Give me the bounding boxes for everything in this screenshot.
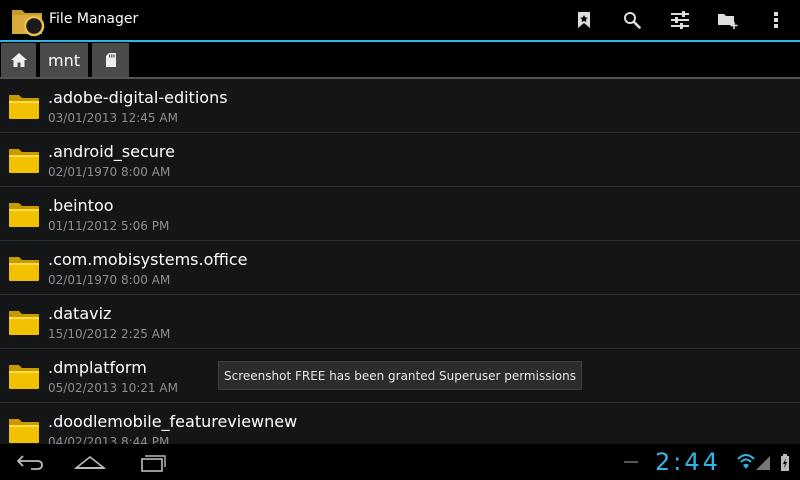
settings-button[interactable]: [656, 0, 704, 40]
file-row[interactable]: .doodlemobile_featureviewnew 04/02/2013 8…: [0, 403, 800, 444]
file-row[interactable]: .android_secure 02/01/1970 8:00 AM: [0, 133, 800, 187]
file-date: 03/01/2013 12:45 AM: [48, 111, 178, 125]
folder-icon: [9, 257, 39, 281]
new-folder-icon: [718, 14, 738, 29]
file-row[interactable]: .com.mobisystems.office 02/01/1970 8:00 A…: [0, 241, 800, 295]
signal-icon: [756, 456, 770, 470]
recent-apps-icon[interactable]: [131, 450, 171, 474]
settings-sliders-icon: [671, 11, 689, 29]
file-name: .android_secure: [48, 142, 175, 161]
file-manager-app: File Manager mnt .adobe-digital-editions…: [0, 0, 800, 480]
file-row[interactable]: .dataviz 15/10/2012 2:25 AM: [0, 295, 800, 349]
home-icon: [10, 53, 27, 67]
bookmark-icon: [578, 12, 590, 28]
file-date: 02/01/1970 8:00 AM: [48, 165, 171, 179]
sdcard-icon: [105, 53, 116, 67]
folder-icon: [9, 311, 39, 335]
breadcrumb-mnt[interactable]: mnt: [40, 43, 88, 77]
file-date: 01/11/2012 5:06 PM: [48, 219, 170, 233]
overflow-menu-icon: [774, 12, 778, 28]
file-date: 15/10/2012 2:25 AM: [48, 327, 171, 341]
file-name: .dataviz: [48, 304, 112, 323]
file-name: .dmplatform: [48, 358, 147, 377]
file-row[interactable]: .adobe-digital-editions 03/01/2013 12:45 …: [0, 79, 800, 133]
search-icon: [624, 12, 641, 29]
file-date: 04/02/2013 8:44 PM: [48, 435, 170, 444]
overflow-menu-button[interactable]: [752, 0, 800, 40]
breadcrumb: mnt: [0, 42, 800, 78]
file-row[interactable]: .beintoo 01/11/2012 5:06 PM: [0, 187, 800, 241]
new-folder-button[interactable]: [704, 0, 752, 40]
toolbar-actions: [560, 0, 800, 40]
superuser-toast: Screenshot FREE has been granted Superus…: [218, 361, 582, 390]
battery-icon: [781, 454, 789, 471]
search-button[interactable]: [608, 0, 656, 40]
notification-dash: [624, 461, 638, 463]
folder-icon: [9, 365, 39, 389]
breadcrumb-mnt-label: mnt: [48, 50, 80, 70]
file-date: 02/01/1970 8:00 AM: [48, 273, 171, 287]
app-folder-icon[interactable]: [10, 5, 46, 37]
wifi-icon: [737, 454, 755, 469]
file-name: .adobe-digital-editions: [48, 88, 228, 107]
breadcrumb-sdcard[interactable]: [92, 43, 129, 77]
file-name: .com.mobisystems.office: [48, 250, 248, 269]
status-clock[interactable]: 2:44: [655, 448, 721, 476]
folder-icon: [9, 203, 39, 227]
file-date: 05/02/2013 10:21 AM: [48, 381, 178, 395]
file-name: .doodlemobile_featureviewnew: [48, 412, 298, 431]
back-icon[interactable]: [11, 450, 51, 474]
file-name: .beintoo: [48, 196, 114, 215]
home-nav-icon[interactable]: [70, 450, 110, 474]
app-title: File Manager: [49, 11, 139, 27]
folder-icon: [9, 419, 39, 443]
breadcrumb-home[interactable]: [1, 43, 36, 77]
folder-icon: [9, 95, 39, 119]
status-icons[interactable]: [736, 452, 796, 472]
action-bar: File Manager: [0, 0, 800, 40]
folder-icon: [9, 149, 39, 173]
toast-message: Screenshot FREE has been granted Superus…: [224, 368, 576, 383]
bookmark-button[interactable]: [560, 0, 608, 40]
